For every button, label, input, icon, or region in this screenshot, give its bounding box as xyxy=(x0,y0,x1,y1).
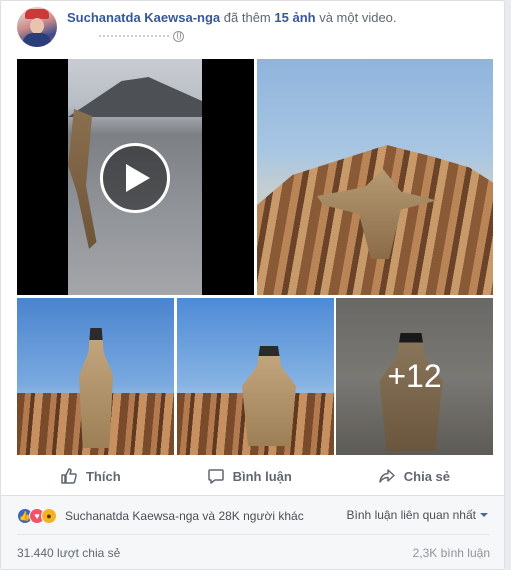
comment-count[interactable]: 2,3K bình luận xyxy=(413,546,490,560)
photo-count-link[interactable]: 15 ảnh xyxy=(274,10,315,25)
photo-3[interactable] xyxy=(177,298,334,455)
more-photos-count[interactable]: +12 xyxy=(336,298,493,455)
reaction-text[interactable]: Suchanatda Kaewsa-nga và 28K người khác xyxy=(65,509,304,523)
author-name[interactable]: Suchanatda Kaewsa-nga xyxy=(67,10,220,25)
video-mountain xyxy=(68,77,202,117)
post-footer: 👍 ♥ ● Suchanatda Kaewsa-nga và 28K người… xyxy=(1,496,504,569)
share-label: Chia sẻ xyxy=(403,468,451,484)
action-suffix: và một video. xyxy=(319,10,397,25)
like-label: Thích xyxy=(85,468,121,484)
share-icon xyxy=(379,469,395,483)
photo-3-person xyxy=(242,346,296,446)
chevron-down-icon xyxy=(480,513,488,517)
reactions-summary[interactable]: 👍 ♥ ● Suchanatda Kaewsa-nga và 28K người… xyxy=(17,508,304,524)
play-icon[interactable] xyxy=(100,143,170,213)
like-button[interactable]: Thích xyxy=(60,467,121,485)
timestamp-placeholder[interactable] xyxy=(99,34,169,39)
video-thumbnail[interactable] xyxy=(17,59,254,295)
comment-button[interactable]: Bình luận xyxy=(207,467,292,485)
globe-icon[interactable] xyxy=(173,31,184,42)
share-count[interactable]: 31.440 lượt chia sẻ xyxy=(17,546,120,560)
post-card: Suchanatda Kaewsa-nga đã thêm 15 ảnh và … xyxy=(0,0,505,570)
photo-1[interactable] xyxy=(257,59,493,295)
video-figure xyxy=(68,109,97,249)
photo-2[interactable] xyxy=(17,298,174,455)
thumbs-up-icon xyxy=(61,468,77,484)
wow-reaction-icon: ● xyxy=(41,508,57,524)
post-meta xyxy=(99,31,184,42)
avatar-face xyxy=(30,18,44,34)
comment-sort-dropdown[interactable]: Bình luận liên quan nhất xyxy=(347,508,488,522)
comment-sort-label: Bình luận liên quan nhất xyxy=(346,508,476,522)
avatar-body xyxy=(23,33,51,47)
author-avatar[interactable] xyxy=(17,7,57,47)
post-header: Suchanatda Kaewsa-nga đã thêm 15 ảnh và … xyxy=(17,7,492,51)
photo-2-person xyxy=(78,328,114,448)
photo-4-more[interactable]: +12 xyxy=(336,298,493,455)
comment-icon xyxy=(207,469,224,484)
post-actions: Thích Bình luận Chia sẻ xyxy=(17,461,493,491)
comment-label: Bình luận xyxy=(232,468,292,484)
share-button[interactable]: Chia sẻ xyxy=(378,467,450,485)
reaction-icons: 👍 ♥ ● xyxy=(17,508,57,524)
action-prefix: đã thêm xyxy=(223,10,271,25)
footer-divider xyxy=(17,534,490,535)
post-title-line: Suchanatda Kaewsa-nga đã thêm 15 ảnh và … xyxy=(67,10,397,25)
